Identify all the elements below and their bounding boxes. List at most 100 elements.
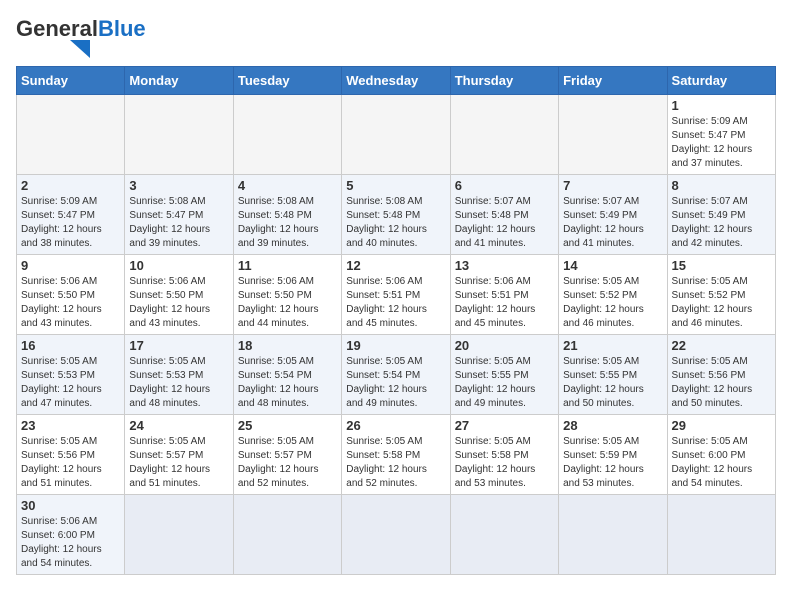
calendar-day-cell: 22Sunrise: 5:05 AM Sunset: 5:56 PM Dayli… <box>667 335 775 415</box>
calendar-day-cell: 29 Sunrise: 5:05 AM Sunset: 6:00 PM Dayli… <box>667 415 775 495</box>
day-info: Sunrise: 5:05 AM Sunset: 5:54 PM Dayligh… <box>346 355 445 411</box>
day-number: 4 <box>238 178 337 193</box>
calendar-day-cell <box>233 95 341 175</box>
calendar-day-cell <box>559 95 667 175</box>
calendar-day-cell <box>233 495 341 575</box>
calendar-day-cell: 30 Sunrise: 5:06 AM Sunset: 6:00 PM Dayli… <box>17 495 125 575</box>
calendar-day-cell: 9Sunrise: 5:06 AM Sunset: 5:50 PM Daylig… <box>17 255 125 335</box>
day-info: Sunrise: 5:08 AM Sunset: 5:47 PM Dayligh… <box>129 195 228 251</box>
day-number: 8 <box>672 178 771 193</box>
day-info: Sunrise: 5:05 AM Sunset: 5:54 PM Dayligh… <box>238 355 337 411</box>
day-number: 10 <box>129 258 228 273</box>
day-info: Sunrise: 5:05 AM Sunset: 5:59 PM Dayligh… <box>563 435 662 491</box>
day-number: 7 <box>563 178 662 193</box>
calendar-day-cell <box>450 95 558 175</box>
calendar-week-row: 1 Sunrise: 5:09 AM Sunset: 5:47 PM Daylig… <box>17 95 776 175</box>
calendar-day-cell: 26Sunrise: 5:05 AM Sunset: 5:58 PM Dayli… <box>342 415 450 495</box>
calendar-day-cell: 21Sunrise: 5:05 AM Sunset: 5:55 PM Dayli… <box>559 335 667 415</box>
day-info: Sunrise: 5:07 AM Sunset: 5:49 PM Dayligh… <box>672 195 771 251</box>
day-header-wednesday: Wednesday <box>342 67 450 95</box>
calendar-day-cell <box>125 495 233 575</box>
day-info: Sunrise: 5:05 AM Sunset: 5:55 PM Dayligh… <box>455 355 554 411</box>
calendar-table: SundayMondayTuesdayWednesdayThursdayFrid… <box>16 66 776 575</box>
day-number: 30 <box>21 498 120 513</box>
day-number: 1 <box>672 98 771 113</box>
day-info: Sunrise: 5:05 AM Sunset: 5:52 PM Dayligh… <box>672 275 771 331</box>
day-number: 21 <box>563 338 662 353</box>
day-header-friday: Friday <box>559 67 667 95</box>
day-number: 3 <box>129 178 228 193</box>
day-info: Sunrise: 5:06 AM Sunset: 5:50 PM Dayligh… <box>129 275 228 331</box>
day-info: Sunrise: 5:05 AM Sunset: 5:58 PM Dayligh… <box>455 435 554 491</box>
calendar-day-cell: 10 Sunrise: 5:06 AM Sunset: 5:50 PM Dayli… <box>125 255 233 335</box>
day-header-tuesday: Tuesday <box>233 67 341 95</box>
day-info: Sunrise: 5:06 AM Sunset: 6:00 PM Dayligh… <box>21 515 120 571</box>
day-info: Sunrise: 5:06 AM Sunset: 5:50 PM Dayligh… <box>238 275 337 331</box>
calendar-day-cell: 20 Sunrise: 5:05 AM Sunset: 5:55 PM Dayli… <box>450 335 558 415</box>
calendar-day-cell <box>559 495 667 575</box>
day-info: Sunrise: 5:09 AM Sunset: 5:47 PM Dayligh… <box>21 195 120 251</box>
day-number: 2 <box>21 178 120 193</box>
calendar-day-cell: 19Sunrise: 5:05 AM Sunset: 5:54 PM Dayli… <box>342 335 450 415</box>
calendar-day-cell: 11 Sunrise: 5:06 AM Sunset: 5:50 PM Dayli… <box>233 255 341 335</box>
day-header-thursday: Thursday <box>450 67 558 95</box>
logo-general-text: General <box>16 16 98 42</box>
day-number: 14 <box>563 258 662 273</box>
logo-blue-text: Blue <box>98 16 146 42</box>
calendar-day-cell: 27 Sunrise: 5:05 AM Sunset: 5:58 PM Dayli… <box>450 415 558 495</box>
day-number: 17 <box>129 338 228 353</box>
calendar-day-cell: 18Sunrise: 5:05 AM Sunset: 5:54 PM Dayli… <box>233 335 341 415</box>
day-info: Sunrise: 5:05 AM Sunset: 5:57 PM Dayligh… <box>129 435 228 491</box>
day-number: 26 <box>346 418 445 433</box>
day-info: Sunrise: 5:09 AM Sunset: 5:47 PM Dayligh… <box>672 115 771 171</box>
day-number: 29 <box>672 418 771 433</box>
day-info: Sunrise: 5:05 AM Sunset: 5:57 PM Dayligh… <box>238 435 337 491</box>
day-info: Sunrise: 5:08 AM Sunset: 5:48 PM Dayligh… <box>346 195 445 251</box>
calendar-day-cell: 3 Sunrise: 5:08 AM Sunset: 5:47 PM Daylig… <box>125 175 233 255</box>
day-info: Sunrise: 5:08 AM Sunset: 5:48 PM Dayligh… <box>238 195 337 251</box>
calendar-day-cell: 13Sunrise: 5:06 AM Sunset: 5:51 PM Dayli… <box>450 255 558 335</box>
day-number: 23 <box>21 418 120 433</box>
calendar-day-cell: 16 Sunrise: 5:05 AM Sunset: 5:53 PM Dayli… <box>17 335 125 415</box>
day-header-saturday: Saturday <box>667 67 775 95</box>
calendar-week-row: 23Sunrise: 5:05 AM Sunset: 5:56 PM Dayli… <box>17 415 776 495</box>
day-number: 9 <box>21 258 120 273</box>
day-info: Sunrise: 5:07 AM Sunset: 5:48 PM Dayligh… <box>455 195 554 251</box>
day-info: Sunrise: 5:07 AM Sunset: 5:49 PM Dayligh… <box>563 195 662 251</box>
calendar-day-cell: 28 Sunrise: 5:05 AM Sunset: 5:59 PM Dayli… <box>559 415 667 495</box>
calendar-day-cell: 8 Sunrise: 5:07 AM Sunset: 5:49 PM Daylig… <box>667 175 775 255</box>
calendar-day-cell: 7 Sunrise: 5:07 AM Sunset: 5:49 PM Daylig… <box>559 175 667 255</box>
calendar-day-cell: 12Sunrise: 5:06 AM Sunset: 5:51 PM Dayli… <box>342 255 450 335</box>
calendar-day-cell <box>125 95 233 175</box>
logo-triangle <box>70 40 90 58</box>
day-number: 28 <box>563 418 662 433</box>
calendar-week-row: 2 Sunrise: 5:09 AM Sunset: 5:47 PM Daylig… <box>17 175 776 255</box>
day-number: 24 <box>129 418 228 433</box>
calendar-header-row: SundayMondayTuesdayWednesdayThursdayFrid… <box>17 67 776 95</box>
day-number: 11 <box>238 258 337 273</box>
day-number: 27 <box>455 418 554 433</box>
calendar-day-cell: 17Sunrise: 5:05 AM Sunset: 5:53 PM Dayli… <box>125 335 233 415</box>
calendar-day-cell: 6 Sunrise: 5:07 AM Sunset: 5:48 PM Daylig… <box>450 175 558 255</box>
calendar-day-cell <box>342 495 450 575</box>
calendar-week-row: 30 Sunrise: 5:06 AM Sunset: 6:00 PM Dayli… <box>17 495 776 575</box>
day-info: Sunrise: 5:05 AM Sunset: 5:53 PM Dayligh… <box>21 355 120 411</box>
day-header-monday: Monday <box>125 67 233 95</box>
day-number: 20 <box>455 338 554 353</box>
calendar-day-cell: 14 Sunrise: 5:05 AM Sunset: 5:52 PM Dayli… <box>559 255 667 335</box>
calendar-week-row: 9 Sunrise: 5:06 AM Sunset: 5:50 PM Daylig… <box>17 255 776 335</box>
day-number: 6 <box>455 178 554 193</box>
day-number: 16 <box>21 338 120 353</box>
day-info: Sunrise: 5:06 AM Sunset: 5:51 PM Dayligh… <box>346 275 445 331</box>
day-number: 22 <box>672 338 771 353</box>
calendar-day-cell: 4 Sunrise: 5:08 AM Sunset: 5:48 PM Daylig… <box>233 175 341 255</box>
day-info: Sunrise: 5:05 AM Sunset: 6:00 PM Dayligh… <box>672 435 771 491</box>
calendar-week-row: 16 Sunrise: 5:05 AM Sunset: 5:53 PM Dayli… <box>17 335 776 415</box>
calendar-day-cell: 15 Sunrise: 5:05 AM Sunset: 5:52 PM Dayli… <box>667 255 775 335</box>
day-number: 25 <box>238 418 337 433</box>
day-number: 15 <box>672 258 771 273</box>
day-number: 13 <box>455 258 554 273</box>
calendar-day-cell <box>450 495 558 575</box>
day-info: Sunrise: 5:05 AM Sunset: 5:52 PM Dayligh… <box>563 275 662 331</box>
logo: General Blue <box>16 16 146 58</box>
